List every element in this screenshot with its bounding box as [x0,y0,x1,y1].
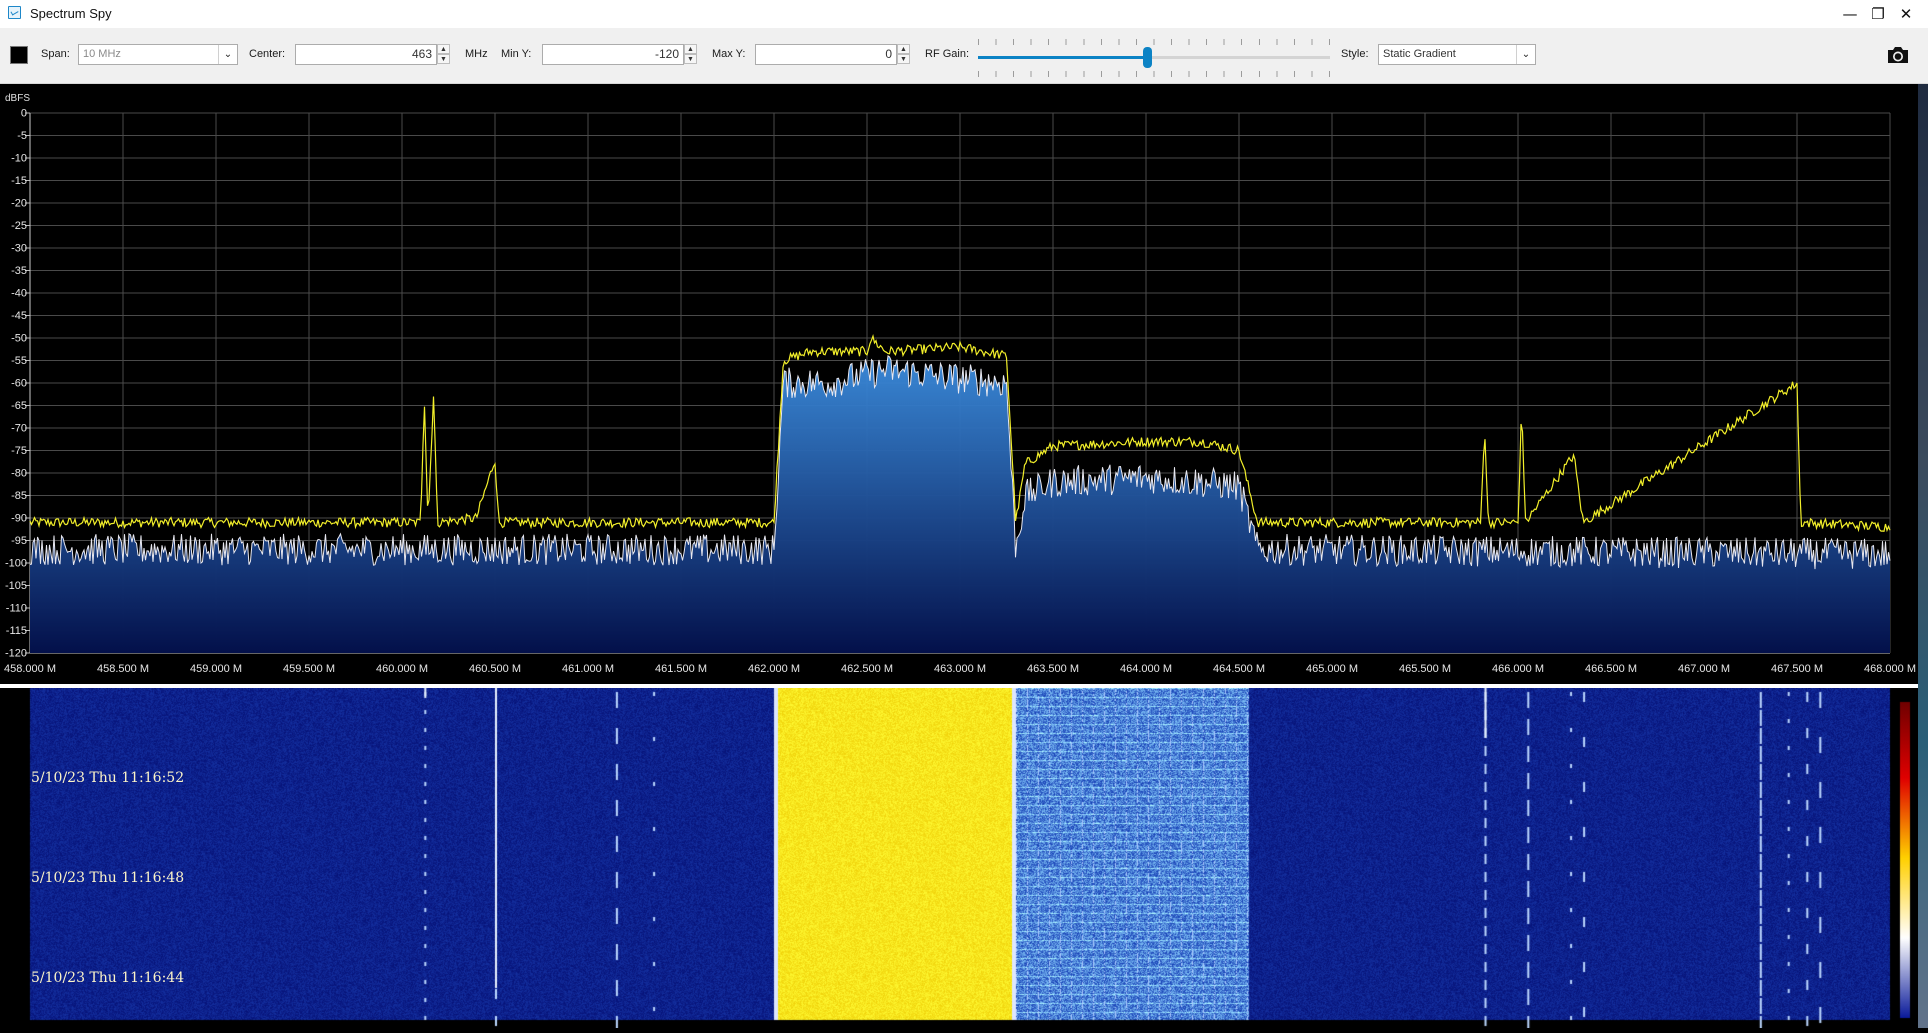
timestamp-label: 5/10/23 Thu 11:16:44 [31,970,185,986]
maxy-input[interactable]: 0 [755,44,897,65]
x-tick-label: 462.500 M [841,663,893,675]
y-tick-label: -35 [11,265,27,277]
center-stepper[interactable]: ▲ ▼ [437,44,450,65]
chevron-down-icon[interactable]: ⌄ [218,45,237,64]
span-value: 10 MHz [83,48,121,60]
title-bar: Spectrum Spy — ❐ ✕ [0,0,1928,28]
style-label: Style: [1341,48,1369,60]
x-tick-label: 466.500 M [1585,663,1637,675]
x-tick-label: 461.500 M [655,663,707,675]
miny-label: Min Y: [501,48,532,60]
x-tick-label: 465.000 M [1306,663,1358,675]
waterfall-panel[interactable]: 5/10/23 Thu 11:16:52 5/10/23 Thu 11:16:48… [0,688,1928,1028]
miny-input[interactable]: -120 [542,44,684,65]
minimize-button[interactable]: — [1836,2,1864,26]
waterfall-canvas[interactable] [0,688,1928,1028]
center-input[interactable]: 463 [295,44,437,65]
y-tick-label: -65 [11,400,27,412]
x-tick-label: 459.500 M [283,663,335,675]
app-icon [8,6,21,19]
rfgain-label: RF Gain: [925,48,970,60]
miny-stepper[interactable]: ▲ ▼ [684,44,697,65]
y-tick-label: -120 [5,648,27,660]
x-tick-label: 458.000 M [4,663,56,675]
x-tick-label: 460.500 M [469,663,521,675]
x-tick-label: 464.500 M [1213,663,1265,675]
x-tick-label: 464.000 M [1120,663,1172,675]
maximize-button[interactable]: ❐ [1864,2,1892,26]
y-tick-label: -115 [6,625,27,637]
y-tick-label: -40 [11,288,27,300]
spin-down-icon[interactable]: ▼ [684,54,697,64]
x-tick-label: 468.000 M [1864,663,1916,675]
spin-up-icon[interactable]: ▲ [684,44,697,54]
camera-icon[interactable] [1886,44,1910,66]
y-tick-label: -25 [11,220,27,232]
span-select[interactable]: 10 MHz ⌄ [78,44,238,65]
slider-ticks [978,71,1330,77]
spectrum-panel[interactable]: dBFS 0 -5 -10 -15 -20 -25 -30 -35 -40 -45 -50 -55 -6… [0,84,1928,684]
maxy-stepper[interactable]: ▲ ▼ [897,44,910,65]
y-unit-label: dBFS [5,93,30,104]
y-tick-label: -60 [11,378,27,390]
desktop-edge [1918,84,1928,1028]
style-select[interactable]: Static Gradient ⌄ [1378,44,1536,65]
x-tick-label: 466.000 M [1492,663,1544,675]
y-tick-label: -105 [5,580,27,592]
y-tick-label: -100 [5,558,27,570]
spectrum-chart[interactable]: dBFS 0 -5 -10 -15 -20 -25 -30 -35 -40 -45 -50 -55 -6… [0,84,1928,684]
y-tick-label: -80 [11,468,27,480]
slider-thumb[interactable] [1142,47,1152,68]
y-tick-label: -30 [11,243,27,255]
x-tick-label: 459.000 M [190,663,242,675]
y-tick-label: 0 [21,108,27,120]
center-label: Center: [249,48,286,60]
spin-up-icon[interactable]: ▲ [437,44,450,54]
x-tick-label: 460.000 M [376,663,428,675]
rfgain-slider[interactable] [978,34,1330,80]
y-tick-label: -55 [11,355,27,367]
toolbar: Span: 10 MHz ⌄ Center: 463 ▲ ▼ MHz Min Y… [0,28,1928,84]
center-unit-label: MHz [465,48,488,60]
x-axis: 458.000 M 458.500 M 459.000 M 459.500 M 460.… [4,663,1916,675]
y-tick-label: -50 [11,333,27,345]
miny-value: -120 [654,47,679,61]
x-tick-label: 465.500 M [1399,663,1451,675]
y-tick-label: -70 [11,423,27,435]
y-tick-label: -15 [11,175,27,187]
style-value: Static Gradient [1383,48,1456,60]
color-swatch-button[interactable] [10,46,28,64]
spin-down-icon[interactable]: ▼ [437,54,450,64]
y-tick-label: -5 [17,130,27,142]
y-tick-label: -20 [11,198,27,210]
y-tick-label: -90 [11,513,27,525]
maxy-value: 0 [885,47,892,61]
spin-up-icon[interactable]: ▲ [897,44,910,54]
y-axis: 0 -5 -10 -15 -20 -25 -30 -35 -40 -45 -50 -55 -60 -65 -… [5,108,27,660]
spin-down-icon[interactable]: ▼ [897,54,910,64]
x-tick-label: 467.000 M [1678,663,1730,675]
x-tick-label: 458.500 M [97,663,149,675]
x-tick-label: 463.000 M [934,663,986,675]
x-tick-label: 463.500 M [1027,663,1079,675]
x-tick-label: 462.000 M [748,663,800,675]
chevron-down-icon[interactable]: ⌄ [1516,45,1535,64]
x-tick-label: 461.000 M [562,663,614,675]
y-tick-label: -75 [11,445,27,457]
timestamp-label: 5/10/23 Thu 11:16:52 [31,770,185,786]
slider-fill [978,56,1147,59]
y-tick-label: -85 [11,490,27,502]
close-button[interactable]: ✕ [1892,2,1920,26]
center-value: 463 [411,47,432,61]
maxy-label: Max Y: [712,48,746,60]
timestamp-label: 5/10/23 Thu 11:16:48 [31,870,185,886]
y-tick-label: -95 [11,535,27,547]
y-tick-label: -45 [11,310,27,322]
y-tick-label: -110 [6,603,27,615]
y-tick-label: -10 [11,153,27,165]
x-tick-label: 467.500 M [1771,663,1823,675]
slider-ticks [978,39,1330,45]
window-title: Spectrum Spy [30,6,112,21]
span-label: Span: [41,48,70,60]
